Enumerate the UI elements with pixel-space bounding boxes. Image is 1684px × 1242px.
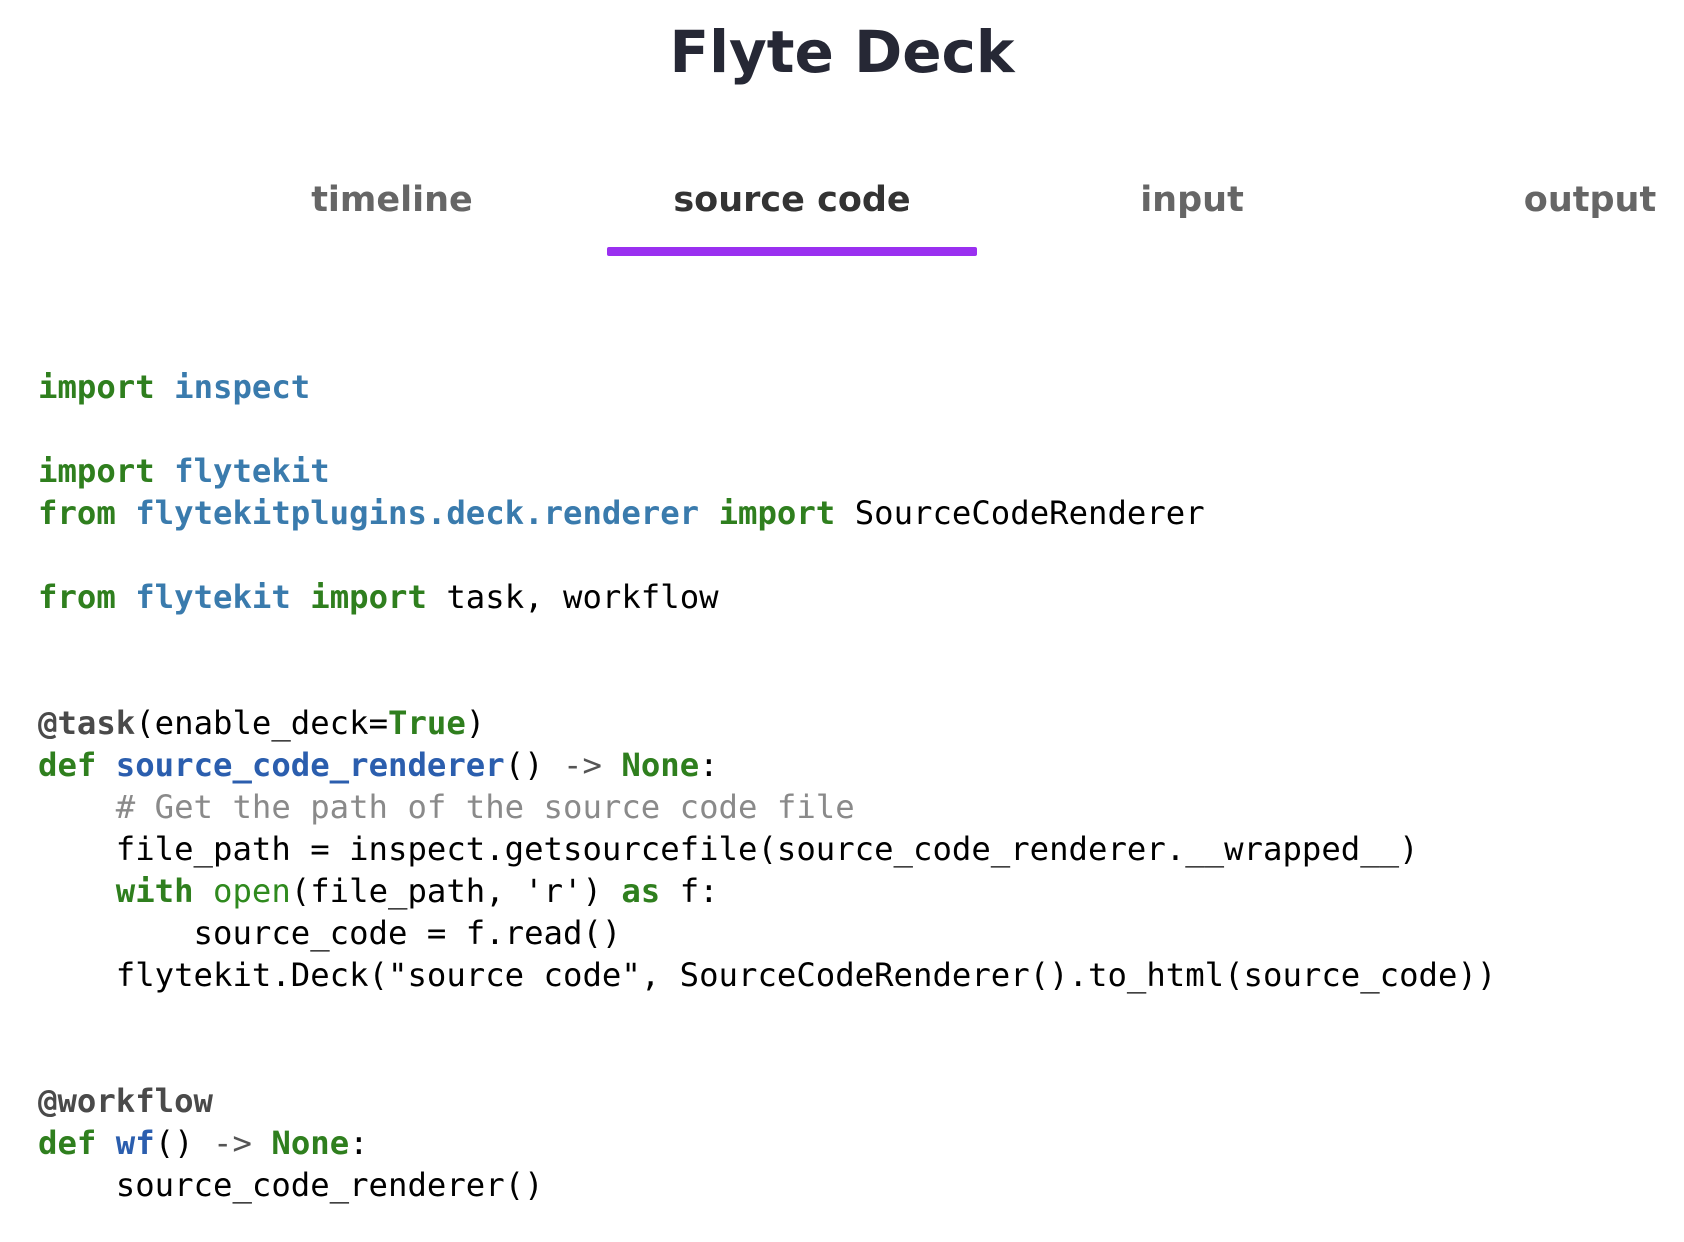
tab-bar: timeline source code input output xyxy=(0,170,1684,260)
code-line: with open(file_path, 'r') as f: xyxy=(115,872,719,910)
code-line: @workflow xyxy=(38,1082,213,1120)
tab-timeline[interactable]: timeline xyxy=(207,170,577,230)
code-line: import inspect xyxy=(38,368,311,406)
code-line: # Get the path of the source code file xyxy=(38,788,855,826)
source-code-block: import inspect import flytekit from flytek… xyxy=(38,366,1496,1206)
code-line: file_path = inspect.getsourcefile(source… xyxy=(38,830,1419,868)
code-line: from flytekitplugins.deck.renderer impor… xyxy=(38,494,1205,532)
code-line: flytekit.Deck("source code", SourceCodeR… xyxy=(38,956,1497,994)
code-line: source_code = f.read() xyxy=(38,914,622,952)
code-line: from flytekit import task, workflow xyxy=(38,578,719,616)
tab-input[interactable]: input xyxy=(1007,170,1377,230)
code-line: def wf() -> None: xyxy=(38,1124,369,1162)
code-line: def source_code_renderer() -> None: xyxy=(38,746,719,784)
tab-output[interactable]: output xyxy=(1405,170,1684,230)
code-line: @task(enable_deck=True) xyxy=(38,704,486,742)
active-tab-indicator xyxy=(607,247,977,256)
code-line: source_code_renderer() xyxy=(38,1166,544,1204)
page-title: Flyte Deck xyxy=(669,18,1015,86)
code-line: import flytekit xyxy=(38,452,330,490)
tab-source-code[interactable]: source code xyxy=(607,170,977,230)
